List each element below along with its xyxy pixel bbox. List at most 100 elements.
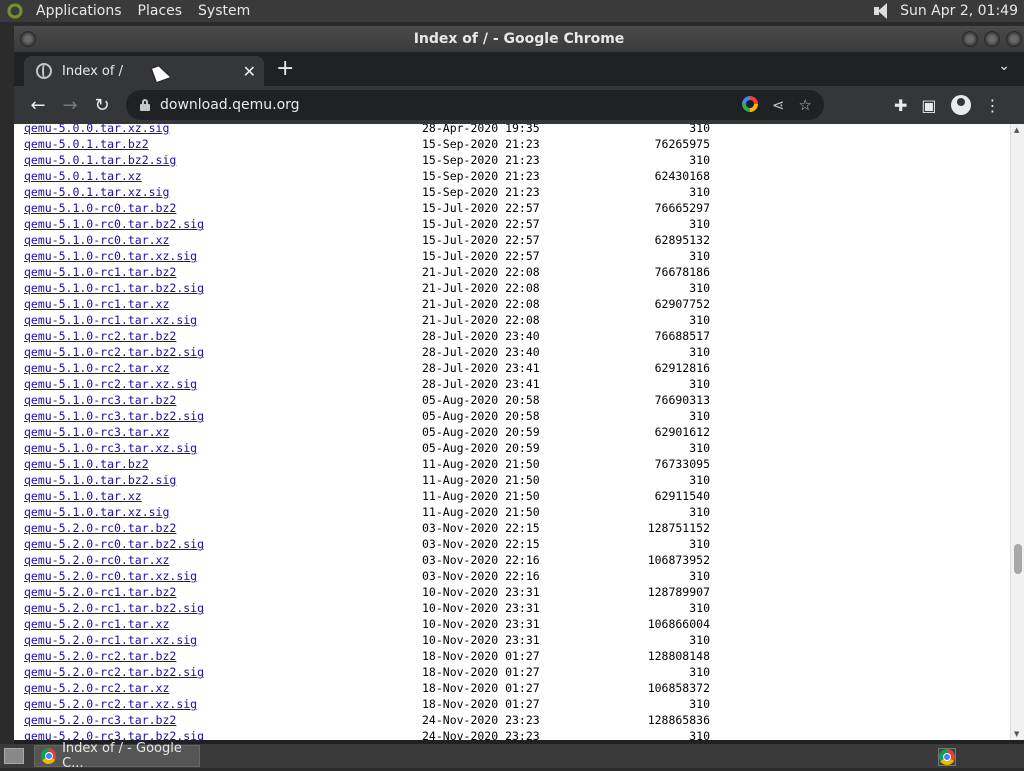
file-size: 310 [689,505,710,519]
window-titlebar[interactable]: Index of / - Google Chrome [14,26,1024,52]
applications-menu[interactable]: Applications [28,0,130,22]
file-link[interactable]: qemu-5.2.0-rc0.tar.xz [24,552,169,568]
file-link[interactable]: qemu-5.1.0-rc3.tar.bz2 [24,392,176,408]
file-link[interactable]: qemu-5.2.0-rc1.tar.xz.sig [24,632,197,648]
clock[interactable]: Sun Apr 2, 01:49 [900,3,1018,19]
file-link[interactable]: qemu-5.0.1.tar.bz2.sig [24,152,176,168]
file-size: 310 [689,729,710,740]
file-link[interactable]: qemu-5.1.0.tar.xz [24,488,142,504]
url-text[interactable]: download.qemu.org [160,97,300,113]
close-window-button[interactable] [1006,31,1022,47]
file-link[interactable]: qemu-5.1.0.tar.bz2.sig [24,472,176,488]
show-desktop-icon[interactable] [4,748,24,764]
taskbar-item-chrome[interactable]: Index of / - Google C... [34,741,200,771]
page-content: qemu-5.0.0.tar.xz.sig 28-Apr-2020 19:35 31… [14,124,1024,740]
tab-index[interactable]: Index of / ✕ [24,56,264,86]
taskbar-item-label: Index of / - Google C... [62,741,182,771]
file-link[interactable]: qemu-5.1.0-rc0.tar.xz [24,232,169,248]
file-link[interactable]: qemu-5.2.0-rc1.tar.xz [24,616,169,632]
extensions-puzzle-icon[interactable]: ✚ [894,96,907,115]
lock-icon[interactable] [140,99,150,111]
bookmark-star-icon[interactable]: ☆ [799,96,812,114]
file-size: 310 [689,124,710,135]
file-link[interactable]: qemu-5.0.1.tar.xz.sig [24,184,169,200]
file-date: 11-Aug-2020 21:50 [422,505,540,519]
profile-avatar-icon[interactable] [950,95,971,115]
file-link[interactable]: qemu-5.2.0-rc2.tar.xz.sig [24,696,197,712]
file-link[interactable]: qemu-5.1.0-rc3.tar.bz2.sig [24,408,204,424]
file-link[interactable]: qemu-5.2.0-rc0.tar.xz.sig [24,568,197,584]
file-size: 310 [689,665,710,679]
file-size: 310 [689,441,710,455]
file-link[interactable]: qemu-5.2.0-rc2.tar.bz2 [24,648,176,664]
tray-chrome-icon[interactable] [938,748,956,766]
file-date: 21-Jul-2020 22:08 [422,297,540,311]
file-link[interactable]: qemu-5.2.0-rc2.tar.xz [24,680,169,696]
file-link[interactable]: qemu-5.1.0-rc3.tar.xz [24,424,169,440]
file-link[interactable]: qemu-5.1.0-rc2.tar.bz2 [24,328,176,344]
file-date: 11-Aug-2020 21:50 [422,489,540,503]
file-link[interactable]: qemu-5.1.0.tar.bz2 [24,456,149,472]
file-link[interactable]: qemu-5.2.0-rc1.tar.bz2 [24,584,176,600]
google-lens-icon[interactable] [741,96,758,112]
file-date: 15-Sep-2020 21:23 [422,153,540,167]
file-link[interactable]: qemu-5.2.0-rc0.tar.bz2.sig [24,536,204,552]
file-link[interactable]: qemu-5.1.0.tar.xz.sig [24,504,169,520]
file-link[interactable]: qemu-5.1.0-rc1.tar.xz.sig [24,312,197,328]
minimize-button[interactable] [962,31,978,47]
file-link[interactable]: qemu-5.2.0-rc1.tar.bz2.sig [24,600,204,616]
file-size: 128865836 [647,713,710,727]
file-size: 106866004 [647,617,710,631]
file-link[interactable]: qemu-5.0.0.tar.xz.sig [24,124,169,136]
close-tab-icon[interactable]: ✕ [243,62,256,81]
share-icon[interactable]: ⋖ [772,96,785,114]
file-size: 310 [689,345,710,359]
window-menu-button[interactable] [20,31,36,47]
file-link[interactable]: qemu-5.1.0-rc1.tar.bz2 [24,264,176,280]
reload-icon[interactable]: ↻ [86,95,118,116]
back-arrow-icon[interactable]: ← [22,95,54,116]
file-size: 62912816 [654,361,710,375]
file-link[interactable]: qemu-5.0.1.tar.bz2 [24,136,149,152]
file-link[interactable]: qemu-5.1.0-rc0.tar.bz2.sig [24,216,204,232]
file-size: 76733095 [654,457,710,471]
volume-icon[interactable] [872,3,890,19]
file-link[interactable]: qemu-5.0.1.tar.xz [24,168,142,184]
file-link[interactable]: qemu-5.1.0-rc2.tar.xz.sig [24,376,197,392]
system-menu[interactable]: System [190,0,258,22]
file-link[interactable]: qemu-5.1.0-rc2.tar.xz [24,360,169,376]
file-date: 21-Jul-2020 22:08 [422,313,540,327]
file-size: 310 [689,185,710,199]
file-link[interactable]: qemu-5.2.0-rc3.tar.bz2.sig [24,728,204,740]
file-link[interactable]: qemu-5.2.0-rc2.tar.bz2.sig [24,664,204,680]
maximize-button[interactable] [984,31,1000,47]
vertical-scrollbar[interactable]: ▲ ▼ [1010,124,1024,740]
file-size: 310 [689,377,710,391]
places-menu[interactable]: Places [130,0,191,22]
scrollbar-thumb[interactable] [1014,544,1022,574]
file-date: 03-Nov-2020 22:16 [422,553,540,567]
scroll-down-icon[interactable]: ▼ [1014,730,1019,738]
file-link[interactable]: qemu-5.1.0-rc0.tar.bz2 [24,200,176,216]
file-link[interactable]: qemu-5.1.0-rc1.tar.xz [24,296,169,312]
file-link[interactable]: qemu-5.1.0-rc3.tar.xz.sig [24,440,197,456]
file-link[interactable]: qemu-5.2.0-rc0.tar.bz2 [24,520,176,536]
new-tab-button[interactable]: + [276,58,294,80]
scroll-up-icon[interactable]: ▲ [1014,126,1019,134]
file-date: 28-Jul-2020 23:40 [422,329,540,343]
file-link[interactable]: qemu-5.2.0-rc3.tar.bz2 [24,712,176,728]
forward-arrow-icon[interactable]: → [54,95,86,116]
file-date: 10-Nov-2020 23:31 [422,617,540,631]
tab-search-chevron-icon[interactable]: ⌄ [998,58,1010,74]
distro-logo-icon[interactable] [6,2,24,20]
file-link[interactable]: qemu-5.1.0-rc0.tar.xz.sig [24,248,197,264]
file-link[interactable]: qemu-5.1.0-rc1.tar.bz2.sig [24,280,204,296]
file-date: 11-Aug-2020 21:50 [422,473,540,487]
file-link[interactable]: qemu-5.1.0-rc2.tar.bz2.sig [24,344,204,360]
chrome-icon [41,748,57,764]
file-size: 310 [689,569,710,583]
menu-kebab-icon[interactable]: ⋮ [985,96,1001,115]
file-date: 10-Nov-2020 23:31 [422,585,540,599]
side-panel-icon[interactable]: ▣ [921,96,936,115]
address-bar[interactable]: download.qemu.org ⋖ ☆ [126,90,824,120]
